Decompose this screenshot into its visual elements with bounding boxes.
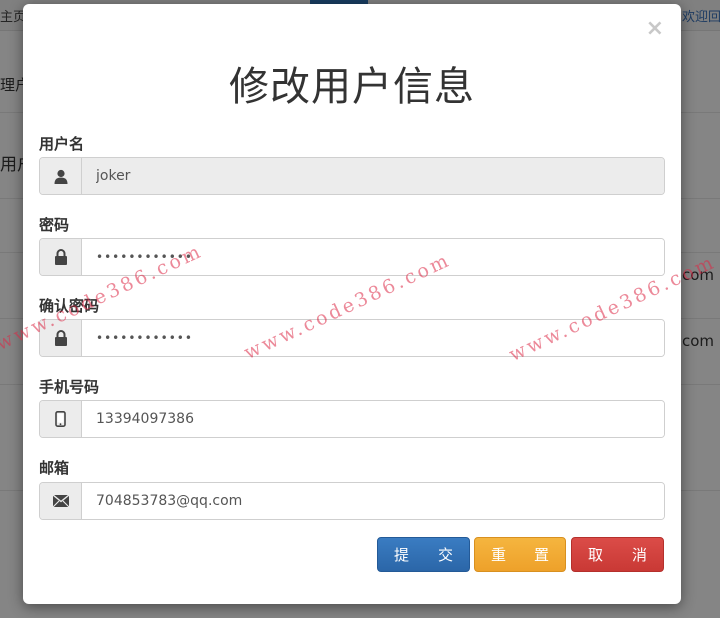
password-input[interactable] xyxy=(82,239,664,275)
cancel-button[interactable]: 取 消 xyxy=(571,537,664,572)
cancel-button-label-char: 取 xyxy=(588,546,604,564)
lock-icon xyxy=(40,320,82,356)
confirm-password-label: 确认密码 xyxy=(39,297,100,315)
submit-button-label-char: 提 xyxy=(394,546,410,564)
email-input-group xyxy=(39,482,665,520)
reset-button[interactable]: 重 置 xyxy=(474,537,566,572)
password-label: 密码 xyxy=(39,216,70,234)
email-input[interactable] xyxy=(82,483,664,519)
username-input[interactable] xyxy=(82,158,664,194)
confirm-password-input[interactable] xyxy=(82,320,664,356)
user-icon xyxy=(40,158,82,194)
email-label: 邮箱 xyxy=(39,459,70,477)
lock-icon xyxy=(40,239,82,275)
close-icon[interactable]: × xyxy=(646,18,664,40)
submit-button[interactable]: 提 交 xyxy=(377,537,470,572)
submit-button-label-char: 交 xyxy=(437,546,453,564)
envelope-icon xyxy=(40,483,82,519)
username-label: 用户名 xyxy=(39,135,85,153)
phone-input[interactable] xyxy=(82,401,664,437)
mobile-phone-icon xyxy=(40,401,82,437)
phone-label: 手机号码 xyxy=(39,378,100,396)
password-input-group xyxy=(39,238,665,276)
reset-button-label-char: 重 xyxy=(491,546,507,564)
phone-input-group xyxy=(39,400,665,438)
confirm-password-input-group xyxy=(39,319,665,357)
edit-user-modal: × 修改用户信息 用户名 密码 确认密码 xyxy=(23,4,681,604)
username-input-group xyxy=(39,157,665,195)
reset-button-label-char: 置 xyxy=(533,546,549,564)
modal-title: 修改用户信息 xyxy=(229,64,475,110)
cancel-button-label-char: 消 xyxy=(631,546,647,564)
